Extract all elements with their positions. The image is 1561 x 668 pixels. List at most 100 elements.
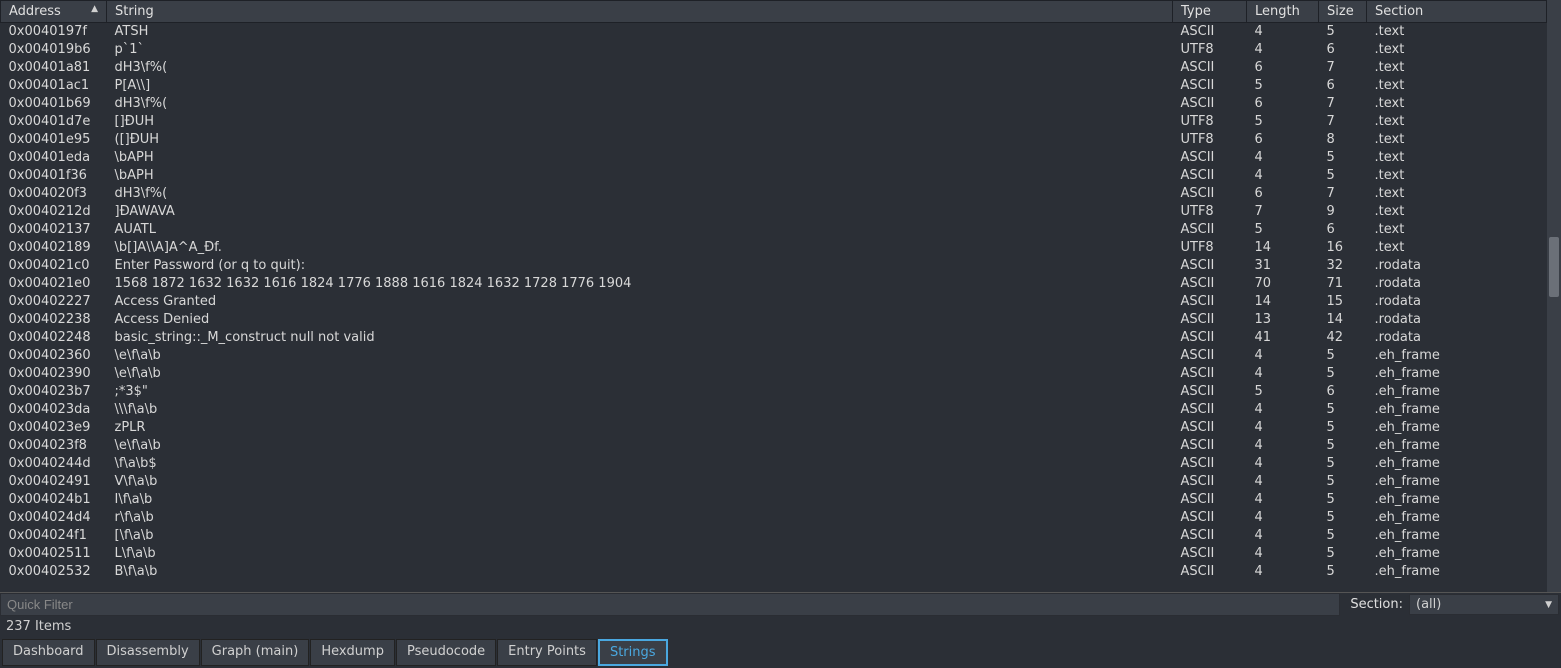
section-filter-select[interactable]: (all) ▼: [1409, 594, 1559, 615]
cell-sec: .rodata: [1367, 257, 1547, 275]
cell-len: 70: [1247, 275, 1319, 293]
table-row[interactable]: 0x00402532B\f\a\bASCII45.eh_frame: [1, 563, 1547, 581]
cell-sec: .text: [1367, 77, 1547, 95]
table-row[interactable]: 0x00402390\e\f\a\bASCII45.eh_frame: [1, 365, 1547, 383]
table-row[interactable]: 0x00402227Access GrantedASCII1415.rodata: [1, 293, 1547, 311]
cell-str: p`1`: [107, 41, 1173, 59]
cell-str: dH3\f%(: [107, 95, 1173, 113]
cell-size: 5: [1319, 23, 1367, 42]
cell-type: ASCII: [1173, 311, 1247, 329]
table-row[interactable]: 0x004023b7;*3$"ASCII56.eh_frame: [1, 383, 1547, 401]
cell-addr: 0x00402238: [1, 311, 107, 329]
table-row[interactable]: 0x004024d4r\f\a\bASCII45.eh_frame: [1, 509, 1547, 527]
table-row[interactable]: 0x00401eda\bAPHASCII45.text: [1, 149, 1547, 167]
cell-size: 5: [1319, 563, 1367, 581]
table-row[interactable]: 0x004023f8\e\f\a\bASCII45.eh_frame: [1, 437, 1547, 455]
cell-addr: 0x004024f1: [1, 527, 107, 545]
col-header-length[interactable]: Length: [1247, 1, 1319, 23]
table-row[interactable]: 0x0040197fATSHASCII45.text: [1, 23, 1547, 42]
table-scroll[interactable]: Address ▲ String Type Length Size Sectio…: [0, 0, 1547, 592]
filter-bar: Section: (all) ▼: [0, 592, 1561, 616]
tab-hexdump[interactable]: Hexdump: [310, 639, 395, 666]
cell-sec: .eh_frame: [1367, 383, 1547, 401]
cell-type: ASCII: [1173, 527, 1247, 545]
table-row[interactable]: 0x004024b1I\f\a\bASCII45.eh_frame: [1, 491, 1547, 509]
cell-sec: .rodata: [1367, 275, 1547, 293]
cell-len: 4: [1247, 473, 1319, 491]
table-row[interactable]: 0x00401a81dH3\f%(ASCII67.text: [1, 59, 1547, 77]
cell-size: 16: [1319, 239, 1367, 257]
cell-str: \e\f\a\b: [107, 365, 1173, 383]
cell-addr: 0x004024b1: [1, 491, 107, 509]
cell-str: r\f\a\b: [107, 509, 1173, 527]
table-row[interactable]: 0x00402248basic_string::_M_construct nul…: [1, 329, 1547, 347]
cell-addr: 0x00402511: [1, 545, 107, 563]
col-header-address[interactable]: Address ▲: [1, 1, 107, 23]
table-row[interactable]: 0x00401e95([]ĐUHUTF868.text: [1, 131, 1547, 149]
cell-sec: .eh_frame: [1367, 509, 1547, 527]
cell-addr: 0x00401d7e: [1, 113, 107, 131]
cell-addr: 0x004020f3: [1, 185, 107, 203]
strings-table: Address ▲ String Type Length Size Sectio…: [0, 0, 1547, 581]
cell-str: \f\a\b$: [107, 455, 1173, 473]
cell-str: []ĐUH: [107, 113, 1173, 131]
table-row[interactable]: 0x00402491V\f\a\bASCII45.eh_frame: [1, 473, 1547, 491]
cell-str: dH3\f%(: [107, 59, 1173, 77]
table-row[interactable]: 0x004020f3dH3\f%(ASCII67.text: [1, 185, 1547, 203]
cell-len: 6: [1247, 185, 1319, 203]
vertical-scrollbar[interactable]: [1547, 0, 1561, 592]
cell-type: ASCII: [1173, 221, 1247, 239]
tab-strings[interactable]: Strings: [598, 639, 668, 666]
cell-str: \bAPH: [107, 167, 1173, 185]
cell-sec: .rodata: [1367, 329, 1547, 347]
tab-entry-points[interactable]: Entry Points: [497, 639, 597, 666]
tab-pseudocode[interactable]: Pseudocode: [396, 639, 496, 666]
cell-size: 32: [1319, 257, 1367, 275]
bottom-tabs: DashboardDisassemblyGraph (main)HexdumpP…: [0, 637, 1561, 668]
tab-dashboard[interactable]: Dashboard: [2, 639, 95, 666]
table-row[interactable]: 0x00401d7e[]ĐUHUTF857.text: [1, 113, 1547, 131]
table-row[interactable]: 0x00402511L\f\a\bASCII45.eh_frame: [1, 545, 1547, 563]
cell-str: L\f\a\b: [107, 545, 1173, 563]
cell-len: 31: [1247, 257, 1319, 275]
table-row[interactable]: 0x004021e01568 1872 1632 1632 1616 1824 …: [1, 275, 1547, 293]
tab-graph-main-[interactable]: Graph (main): [201, 639, 310, 666]
table-row[interactable]: 0x004024f1[\f\a\bASCII45.eh_frame: [1, 527, 1547, 545]
table-row[interactable]: 0x00402189\b[]A\\A]A^A_Đf.UTF81416.text: [1, 239, 1547, 257]
quick-filter-input[interactable]: [0, 593, 1340, 616]
cell-size: 5: [1319, 365, 1367, 383]
col-header-size[interactable]: Size: [1319, 1, 1367, 23]
table-row[interactable]: 0x004019b6p`1`UTF846.text: [1, 41, 1547, 59]
col-header-type[interactable]: Type: [1173, 1, 1247, 23]
cell-sec: .eh_frame: [1367, 347, 1547, 365]
table-row[interactable]: 0x00402137AUATLASCII56.text: [1, 221, 1547, 239]
cell-addr: 0x00402227: [1, 293, 107, 311]
table-row[interactable]: 0x00402360\e\f\a\bASCII45.eh_frame: [1, 347, 1547, 365]
table-row[interactable]: 0x00402238Access DeniedASCII1314.rodata: [1, 311, 1547, 329]
cell-type: ASCII: [1173, 329, 1247, 347]
cell-type: UTF8: [1173, 239, 1247, 257]
cell-size: 8: [1319, 131, 1367, 149]
cell-type: ASCII: [1173, 167, 1247, 185]
table-row[interactable]: 0x00401f36\bAPHASCII45.text: [1, 167, 1547, 185]
tab-disassembly[interactable]: Disassembly: [96, 639, 200, 666]
cell-size: 14: [1319, 311, 1367, 329]
table-row[interactable]: 0x00401b69dH3\f%(ASCII67.text: [1, 95, 1547, 113]
col-header-label: Length: [1255, 4, 1300, 19]
table-row[interactable]: 0x0040212d]ĐAWAVAUTF879.text: [1, 203, 1547, 221]
cell-type: ASCII: [1173, 545, 1247, 563]
col-header-section[interactable]: Section: [1367, 1, 1547, 23]
table-row[interactable]: 0x00401ac1P[A\\]ASCII56.text: [1, 77, 1547, 95]
table-row[interactable]: 0x004021c0Enter Password (or q to quit):…: [1, 257, 1547, 275]
col-header-string[interactable]: String: [107, 1, 1173, 23]
cell-sec: .text: [1367, 131, 1547, 149]
cell-addr: 0x004021e0: [1, 275, 107, 293]
cell-addr: 0x00402189: [1, 239, 107, 257]
table-row[interactable]: 0x004023da\\\f\a\bASCII45.eh_frame: [1, 401, 1547, 419]
table-row[interactable]: 0x004023e9zPLRASCII45.eh_frame: [1, 419, 1547, 437]
cell-size: 6: [1319, 41, 1367, 59]
cell-len: 4: [1247, 491, 1319, 509]
scrollbar-thumb[interactable]: [1549, 237, 1559, 297]
cell-len: 4: [1247, 455, 1319, 473]
table-row[interactable]: 0x0040244d\f\a\b$ASCII45.eh_frame: [1, 455, 1547, 473]
